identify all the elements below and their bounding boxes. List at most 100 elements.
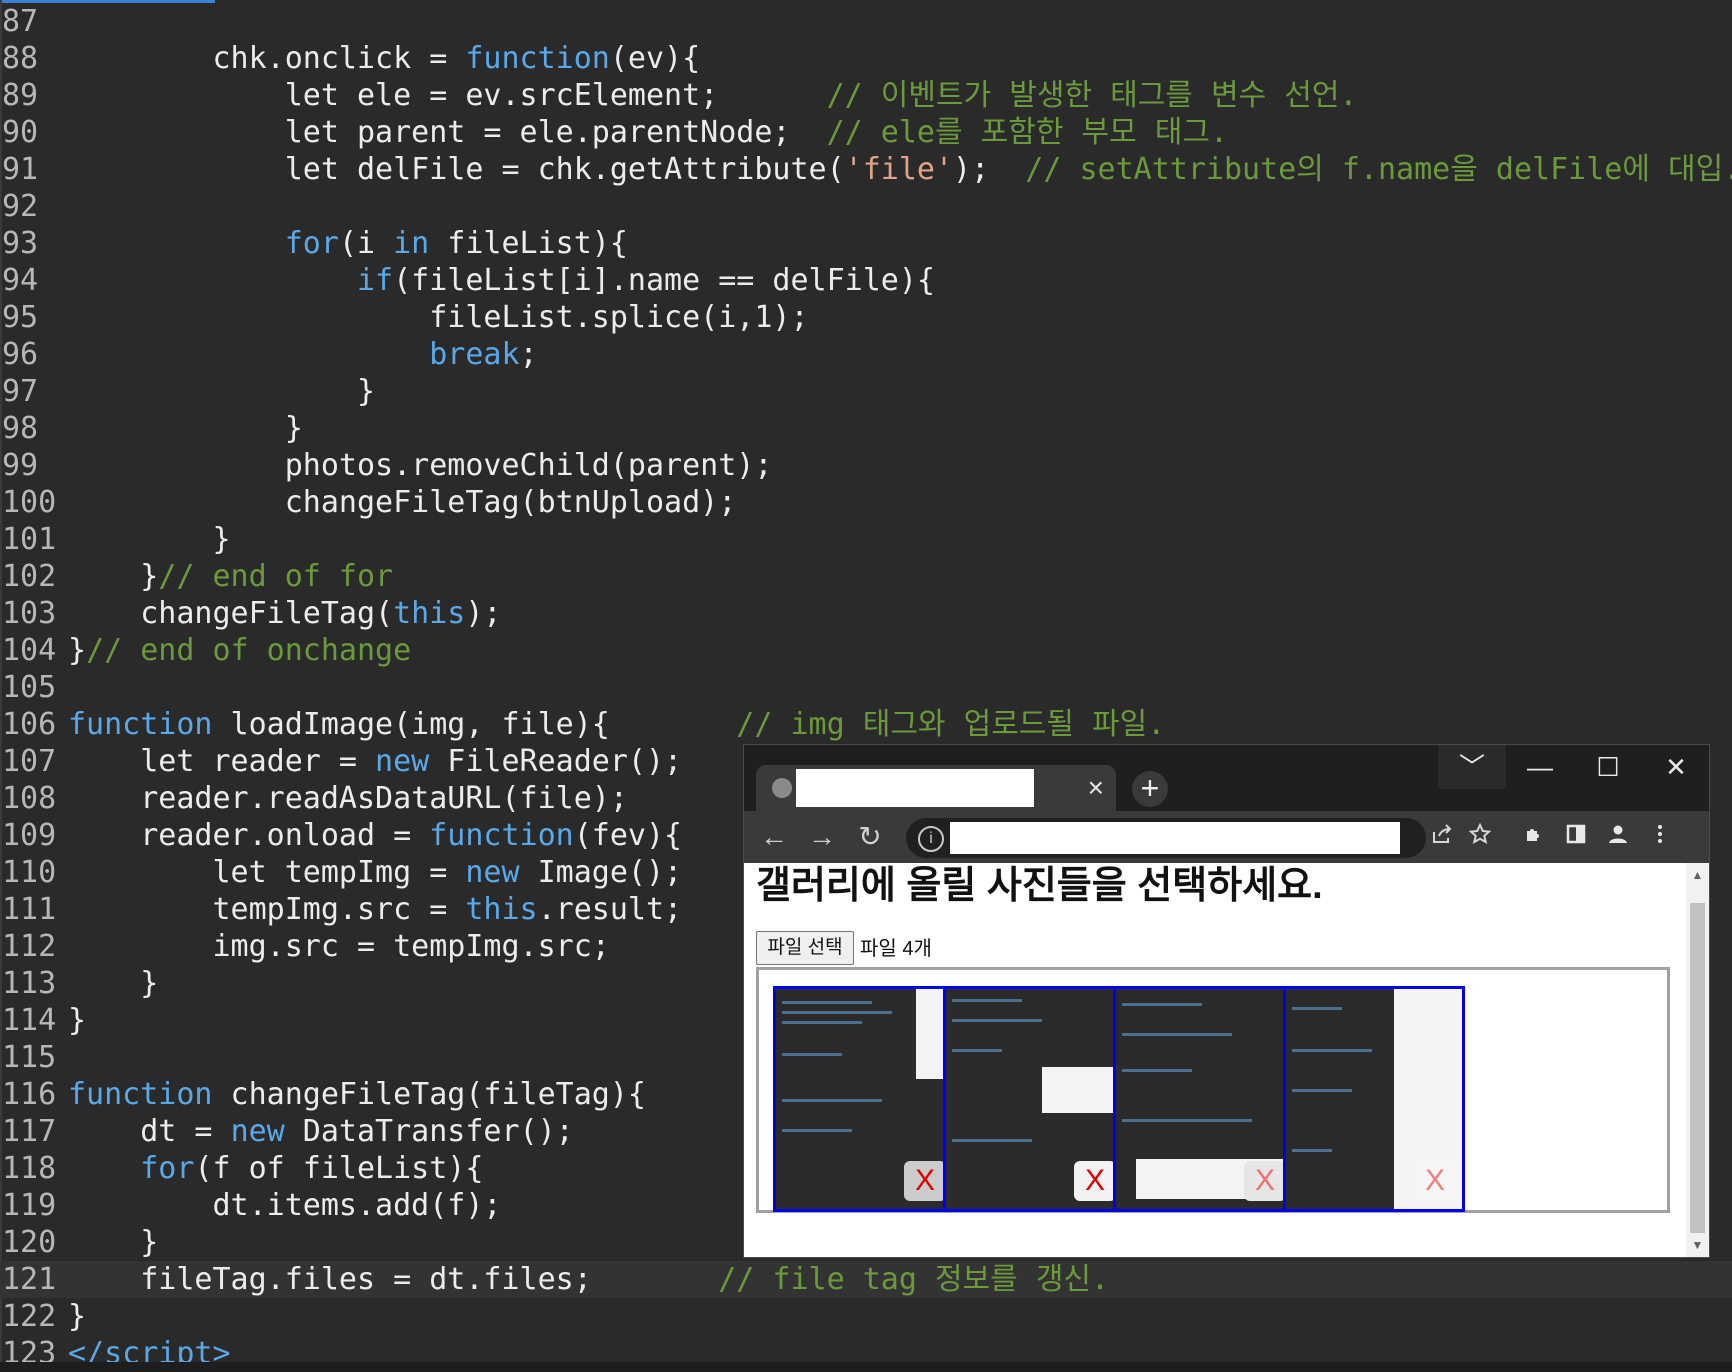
code-line[interactable]: 106 function loadImage(img, file){ // img… xyxy=(0,706,1732,743)
code-line[interactable]: 99 photos.removeChild(parent); xyxy=(0,447,1732,484)
line-number: 118 xyxy=(2,1151,57,1186)
maximize-button[interactable]: ☐ xyxy=(1574,745,1642,789)
code-token: } xyxy=(68,1299,87,1334)
line-code: } xyxy=(68,410,303,447)
code-line[interactable]: 91 let delFile = chk.getAttribute('file'… xyxy=(0,151,1732,188)
remove-photo-button[interactable]: X xyxy=(904,1161,946,1201)
remove-photo-button[interactable]: X xyxy=(1414,1161,1456,1201)
scroll-up-arrow-icon[interactable]: ▲ xyxy=(1686,863,1709,887)
code-line[interactable]: 94 if(fileList[i].name == delFile){ xyxy=(0,262,1732,299)
photo-thumbnail-4: X xyxy=(1283,986,1465,1212)
code-token: fileList.splice(i,1); xyxy=(68,300,809,335)
browser-title-bar: × + ﹀ — ☐ ✕ xyxy=(744,745,1709,811)
thumb-detail xyxy=(1122,1119,1252,1122)
line-number: 102 xyxy=(2,559,57,594)
code-line[interactable]: 89 let ele = ev.srcElement; // 이벤트가 발생한 … xyxy=(0,77,1732,114)
code-token: } xyxy=(68,374,376,409)
scroll-thumb[interactable] xyxy=(1690,903,1705,1233)
code-token: let parent = ele.parentNode; xyxy=(68,115,827,150)
line-code: let ele = ev.srcElement; // 이벤트가 발생한 태그를… xyxy=(68,77,1358,114)
code-line[interactable]: 96 break; xyxy=(0,336,1732,373)
code-line[interactable]: 105 xyxy=(0,669,1732,706)
code-comment: // end of onchange xyxy=(86,633,412,668)
extensions-puzzle-icon[interactable] xyxy=(1516,819,1552,855)
minimize-button[interactable]: — xyxy=(1506,745,1574,789)
code-line[interactable]: 87 xyxy=(0,3,1732,40)
code-line[interactable]: 90 let parent = ele.parentNode; // ele를 … xyxy=(0,114,1732,151)
reload-button[interactable]: ↻ xyxy=(852,819,888,855)
code-line[interactable]: 98 } xyxy=(0,410,1732,447)
code-token: Image(); xyxy=(519,855,683,890)
line-code: } xyxy=(68,965,158,1002)
line-number: 108 xyxy=(2,781,57,816)
code-comment: // file tag 정보를 갱신. xyxy=(718,1262,1110,1297)
vertical-scrollbar[interactable]: ▲ ▼ xyxy=(1686,863,1709,1257)
thumb-detail xyxy=(782,1021,862,1024)
line-code: let delFile = chk.getAttribute('file'); … xyxy=(68,151,1732,188)
scroll-down-arrow-icon[interactable]: ▼ xyxy=(1686,1233,1709,1257)
site-info-icon[interactable]: i xyxy=(918,826,944,852)
code-line[interactable]: 103 changeFileTag(this); xyxy=(0,595,1732,632)
remove-photo-button[interactable]: X xyxy=(1074,1161,1116,1201)
address-bar[interactable]: i xyxy=(906,818,1426,858)
bookmark-star-icon[interactable] xyxy=(1462,819,1498,855)
menu-kebab-icon[interactable] xyxy=(1642,819,1678,855)
code-line[interactable]: 121 fileTag.files = dt.files; // file ta… xyxy=(0,1261,1732,1298)
line-number: 96 xyxy=(2,337,39,372)
code-keyword: in xyxy=(393,226,430,261)
choose-file-button[interactable]: 파일 선택 xyxy=(756,931,854,965)
code-token: img.src = tempImg.src; xyxy=(68,929,610,964)
line-code: } xyxy=(68,373,375,410)
globe-icon xyxy=(772,778,792,798)
line-code: reader.onload = function(fev){ xyxy=(68,817,682,854)
side-panel-icon[interactable] xyxy=(1558,819,1594,855)
code-keyword: this xyxy=(465,892,538,927)
code-token: changeFileTag(fileTag){ xyxy=(212,1077,646,1112)
code-line[interactable]: 97 } xyxy=(0,373,1732,410)
forward-button[interactable]: → xyxy=(804,819,840,855)
code-token: .result; xyxy=(537,892,683,927)
line-number: 88 xyxy=(2,41,39,76)
profile-icon[interactable] xyxy=(1600,819,1636,855)
code-line[interactable]: 104}// end of onchange xyxy=(0,632,1732,669)
thumb-detail xyxy=(782,1011,892,1014)
line-number: 90 xyxy=(2,115,39,150)
line-code: }// end of for xyxy=(68,558,393,595)
new-tab-button[interactable]: + xyxy=(1132,771,1168,807)
line-code: reader.readAsDataURL(file); xyxy=(68,780,628,817)
code-comment: // end of for xyxy=(158,559,394,594)
thumb-detail xyxy=(782,1001,872,1004)
thumb-detail xyxy=(1292,1089,1352,1092)
code-line[interactable]: 101 } xyxy=(0,521,1732,558)
share-icon[interactable] xyxy=(1424,819,1460,855)
line-code: for(i in fileList){ xyxy=(68,225,628,262)
code-line[interactable]: 92 xyxy=(0,188,1732,225)
code-keyword: for xyxy=(140,1151,195,1186)
code-token: } xyxy=(68,633,87,668)
code-token: fileList){ xyxy=(429,226,628,261)
back-button[interactable]: ← xyxy=(756,819,792,855)
code-keyword: this xyxy=(393,596,466,631)
code-line[interactable]: 102 }// end of for xyxy=(0,558,1732,595)
code-line[interactable]: 100 changeFileTag(btnUpload); xyxy=(0,484,1732,521)
code-token: ; xyxy=(519,337,538,372)
line-number: 114 xyxy=(2,1003,57,1038)
browser-tab[interactable]: × xyxy=(756,765,1116,811)
code-comment: // img 태그와 업로드될 파일. xyxy=(736,707,1166,742)
code-keyword: function xyxy=(429,818,574,853)
tab-search-chevron-icon[interactable]: ﹀ xyxy=(1438,745,1506,789)
close-window-button[interactable]: ✕ xyxy=(1642,745,1710,789)
code-line[interactable]: 95 fileList.splice(i,1); xyxy=(0,299,1732,336)
code-line[interactable]: 88 chk.onclick = function(ev){ xyxy=(0,40,1732,77)
photo-thumbnail-2: X xyxy=(943,986,1125,1212)
tab-close-icon[interactable]: × xyxy=(1088,771,1104,805)
line-number: 93 xyxy=(2,226,39,261)
code-line[interactable]: 122} xyxy=(0,1298,1732,1335)
code-token: reader.readAsDataURL(file); xyxy=(68,781,628,816)
remove-photo-button[interactable]: X xyxy=(1244,1161,1286,1201)
code-line[interactable]: 93 for(i in fileList){ xyxy=(0,225,1732,262)
line-code: if(fileList[i].name == delFile){ xyxy=(68,262,935,299)
